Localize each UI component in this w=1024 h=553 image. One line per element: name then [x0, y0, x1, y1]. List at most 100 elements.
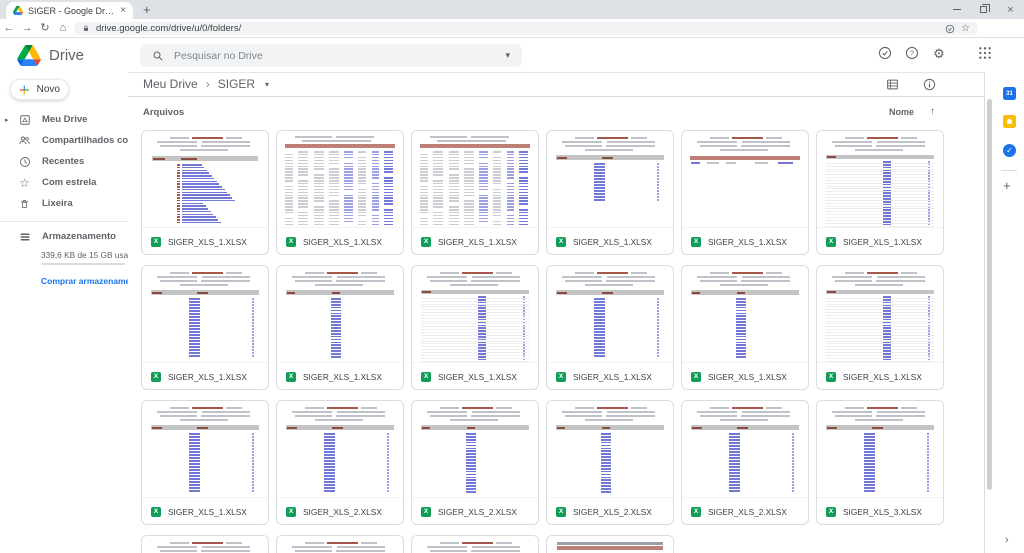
keep-icon[interactable]: [1003, 115, 1016, 128]
restore-button[interactable]: [970, 0, 997, 19]
sidebar-item-recent[interactable]: Recentes: [0, 151, 128, 172]
file-card[interactable]: XSIGER_XLS_1.XLSX: [276, 265, 404, 390]
file-card[interactable]: X SIGER_XLS_3.XLSX: [816, 400, 944, 525]
breadcrumb-row: Meu Drive › SIGER ▾: [128, 73, 984, 97]
add-panel-icon[interactable]: +: [1003, 178, 1011, 193]
sidebar: Novo ▸ Meu Drive: [0, 73, 128, 553]
calendar-icon[interactable]: 31: [1003, 87, 1016, 100]
file-card[interactable]: XSIGER_XLS_2.XLSX: [546, 400, 674, 525]
drive-logo[interactable]: Drive: [17, 45, 84, 66]
sidebar-item-trash[interactable]: Lixeira: [0, 193, 128, 214]
file-card[interactable]: [141, 535, 269, 553]
file-name: SIGER_XLS_2.XLSX: [708, 507, 787, 517]
tasks-icon[interactable]: ✓: [1003, 144, 1016, 157]
file-preview: [547, 536, 673, 553]
close-window-button[interactable]: ×: [997, 0, 1024, 19]
file-card[interactable]: XSIGER_XLS_1.XLSX: [141, 400, 269, 525]
file-name: SIGER_XLS_1.XLSX: [573, 237, 652, 247]
file-card[interactable]: XSIGER_XLS_1.XLSX: [816, 265, 944, 390]
storage-label: Armazenamento: [42, 231, 116, 242]
file-card[interactable]: [546, 535, 674, 553]
file-card[interactable]: X SIGER_XLS_2.XLSX: [681, 400, 809, 525]
file-preview: [142, 131, 268, 228]
breadcrumb-current[interactable]: SIGER: [218, 77, 255, 91]
file-card[interactable]: [276, 535, 404, 553]
excel-file-icon: X: [151, 372, 161, 382]
file-card[interactable]: XSIGER_XLS_1.XLSX: [141, 265, 269, 390]
collapse-panel-icon[interactable]: ›: [1005, 534, 1009, 546]
restore-icon: [980, 6, 987, 13]
file-preview: [412, 131, 538, 228]
storage-usage: 339,6 KB de 15 GB usados: [41, 250, 142, 260]
file-footer: XSIGER_XLS_1.XLSX: [682, 228, 808, 255]
new-tab-button[interactable]: +: [143, 1, 151, 18]
expander-icon[interactable]: ▸: [5, 116, 9, 124]
home-icon[interactable]: ⌂: [54, 23, 72, 34]
list-view-icon[interactable]: [886, 78, 899, 91]
excel-file-icon: X: [826, 507, 836, 517]
file-card[interactable]: XSIGER_XLS_1.XLSX: [411, 265, 539, 390]
sort-label[interactable]: Nome: [889, 107, 914, 117]
file-card[interactable]: XSIGER_XLS_1.XLSX: [276, 130, 404, 255]
file-footer: XSIGER_XLS_1.XLSX: [817, 363, 943, 390]
new-button[interactable]: Novo: [10, 79, 69, 100]
sidebar-item-label: Lixeira: [42, 198, 73, 209]
header-actions: ? ⚙: [878, 46, 992, 60]
file-card[interactable]: XSIGER_XLS_1.XLSX: [141, 130, 269, 255]
search-options-caret-icon[interactable]: ▾: [505, 50, 510, 61]
file-preview: [412, 536, 538, 553]
file-name: SIGER_XLS_1.XLSX: [708, 372, 787, 382]
file-footer: XSIGER_XLS_1.XLSX: [682, 363, 808, 390]
file-card[interactable]: XSIGER_XLS_1.XLSX: [681, 265, 809, 390]
file-card[interactable]: XSIGER_XLS_1.XLSX: [411, 130, 539, 255]
file-name: SIGER_XLS_1.XLSX: [303, 237, 382, 247]
help-icon[interactable]: ?: [905, 46, 919, 60]
file-name: SIGER_XLS_2.XLSX: [303, 507, 382, 517]
file-card[interactable]: XSIGER_XLS_1.XLSX: [816, 130, 944, 255]
sort-control[interactable]: Nome ↑: [889, 106, 935, 117]
settings-gear-icon[interactable]: ⚙: [932, 46, 946, 60]
file-footer: XSIGER_XLS_2.XLSX: [547, 498, 673, 525]
breadcrumb: Meu Drive › SIGER ▾: [143, 77, 269, 91]
excel-file-icon: X: [556, 237, 566, 247]
search-icon[interactable]: [152, 50, 164, 62]
rail-icons-divider: [1001, 170, 1017, 171]
offline-ready-icon[interactable]: [878, 46, 892, 60]
minimize-button[interactable]: [943, 0, 970, 19]
file-card[interactable]: [411, 535, 539, 553]
reload-icon[interactable]: ↻: [36, 23, 54, 34]
new-button-label: Novo: [37, 84, 60, 95]
clock-icon: [18, 155, 31, 168]
bookmark-star-icon[interactable]: ☆: [961, 24, 970, 34]
file-preview: [547, 266, 673, 363]
file-card[interactable]: XSIGER_XLS_2.XLSX: [276, 400, 404, 525]
file-preview: [412, 266, 538, 363]
folder-menu-caret-icon[interactable]: ▾: [265, 80, 269, 89]
file-name: SIGER_XLS_3.XLSX: [843, 507, 922, 517]
sidebar-item-meu-drive[interactable]: ▸ Meu Drive: [0, 109, 128, 130]
google-apps-icon[interactable]: [978, 46, 992, 60]
excel-file-icon: X: [151, 237, 161, 247]
file-card[interactable]: XSIGER_XLS_2.XLSX: [411, 400, 539, 525]
url-text: drive.google.com/drive/u/0/folders/: [96, 23, 939, 34]
tab-close-icon[interactable]: ×: [120, 6, 126, 16]
back-icon[interactable]: ←: [0, 23, 18, 34]
excel-file-icon: X: [691, 507, 701, 517]
search-input[interactable]: [174, 50, 495, 62]
file-preview: [682, 266, 808, 363]
info-icon[interactable]: [923, 78, 936, 91]
search-bar[interactable]: ▾: [140, 44, 522, 67]
file-card[interactable]: X SIGER_XLS_1.XLSX: [546, 130, 674, 255]
offline-status-icon[interactable]: [945, 24, 955, 34]
sidebar-item-starred[interactable]: ☆ Com estrela: [0, 172, 128, 193]
address-bar[interactable]: drive.google.com/drive/u/0/folders/ ☆: [74, 22, 978, 35]
file-card[interactable]: XSIGER_XLS_1.XLSX: [681, 130, 809, 255]
forward-icon[interactable]: →: [18, 23, 36, 34]
file-card[interactable]: XSIGER_XLS_1.XLSX: [546, 265, 674, 390]
browser-tab[interactable]: SIGER - Google Drive ×: [6, 2, 133, 19]
file-name: SIGER_XLS_1.XLSX: [573, 372, 652, 382]
sidebar-item-shared-with-me[interactable]: Compartilhados comigo: [0, 130, 128, 151]
sort-ascending-icon[interactable]: ↑: [930, 106, 935, 117]
breadcrumb-root[interactable]: Meu Drive: [143, 77, 198, 91]
sidebar-item-storage[interactable]: Armazenamento: [0, 226, 128, 247]
